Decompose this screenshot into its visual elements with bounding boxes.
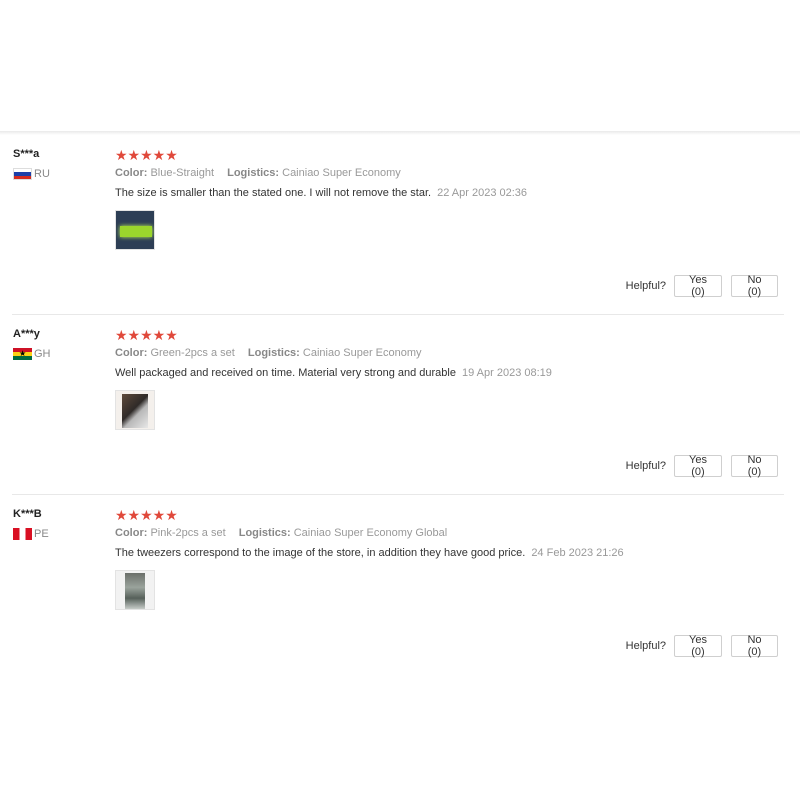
helpful-label: Helpful? — [625, 640, 666, 652]
helpful-label: Helpful? — [625, 280, 666, 292]
reviewer-name: S***a — [13, 148, 40, 160]
country-code: RU — [34, 168, 50, 180]
color-label: Color: — [115, 167, 148, 179]
review-text: The size is smaller than the stated one.… — [115, 187, 432, 199]
helpful-yes-button[interactable]: Yes (0) — [674, 634, 722, 658]
logistics-value: Cainiao Super Economy Global — [293, 527, 448, 539]
peru-flag-icon — [13, 528, 32, 540]
helpful-vote: Helpful? Yes (0) No (0) — [625, 454, 778, 478]
helpful-label: Helpful? — [625, 460, 666, 472]
review-text-row: Well packaged and received on time. Mate… — [115, 367, 552, 379]
review-sku-info: Color: Pink-2pcs a set Logistics: Cainia… — [115, 527, 447, 539]
review-date: 19 Apr 2023 08:19 — [461, 367, 552, 379]
logistics-label: Logistics: — [247, 347, 300, 359]
review-text: The tweezers correspond to the image of … — [115, 547, 526, 559]
helpful-no-button[interactable]: No (0) — [731, 634, 778, 658]
reviewer-name: A***y — [13, 328, 40, 340]
reviewer-country: GH — [13, 348, 51, 360]
review-sku-info: Color: Green-2pcs a set Logistics: Caini… — [115, 347, 422, 359]
review-text-row: The size is smaller than the stated one.… — [115, 187, 527, 199]
helpful-vote: Helpful? Yes (0) No (0) — [625, 274, 778, 298]
star-rating: ★★★★★ — [115, 327, 178, 343]
country-code: GH — [34, 348, 51, 360]
color-value: Blue-Straight — [150, 167, 215, 179]
review-text-row: The tweezers correspond to the image of … — [115, 547, 624, 559]
review-date: 24 Feb 2023 21:26 — [531, 547, 624, 559]
review-item: S***a RU ★★★★★ Color: Blue-Straight Logi… — [0, 135, 800, 315]
reviewer-name: K***B — [13, 508, 42, 520]
review-item: A***y GH ★★★★★ Color: Green-2pcs a set L… — [0, 315, 800, 495]
logistics-value: Cainiao Super Economy — [302, 347, 422, 359]
color-label: Color: — [115, 347, 148, 359]
review-text: Well packaged and received on time. Mate… — [115, 367, 456, 379]
review-sku-info: Color: Blue-Straight Logistics: Cainiao … — [115, 167, 401, 179]
logistics-value: Cainiao Super Economy — [282, 167, 401, 179]
review-photo-thumbnail[interactable] — [115, 390, 155, 430]
helpful-no-button[interactable]: No (0) — [731, 274, 778, 298]
review-photo-thumbnail[interactable] — [115, 570, 155, 610]
star-rating: ★★★★★ — [115, 507, 178, 523]
color-value: Green-2pcs a set — [150, 347, 235, 359]
color-label: Color: — [115, 527, 148, 539]
logistics-label: Logistics: — [238, 527, 291, 539]
country-code: PE — [34, 528, 49, 540]
color-value: Pink-2pcs a set — [150, 527, 226, 539]
star-rating: ★★★★★ — [115, 147, 178, 163]
helpful-yes-button[interactable]: Yes (0) — [674, 454, 722, 478]
reviewer-country: PE — [13, 528, 49, 540]
reviewer-country: RU — [13, 168, 50, 180]
review-date: 22 Apr 2023 02:36 — [437, 187, 528, 199]
ghana-flag-icon — [13, 348, 32, 360]
review-photo-thumbnail[interactable] — [115, 210, 155, 250]
helpful-yes-button[interactable]: Yes (0) — [674, 274, 722, 298]
review-item: K***B PE ★★★★★ Color: Pink-2pcs a set Lo… — [0, 495, 800, 675]
helpful-vote: Helpful? Yes (0) No (0) — [625, 634, 778, 658]
logistics-label: Logistics: — [227, 167, 280, 179]
russia-flag-icon — [13, 168, 32, 180]
helpful-no-button[interactable]: No (0) — [731, 454, 778, 478]
